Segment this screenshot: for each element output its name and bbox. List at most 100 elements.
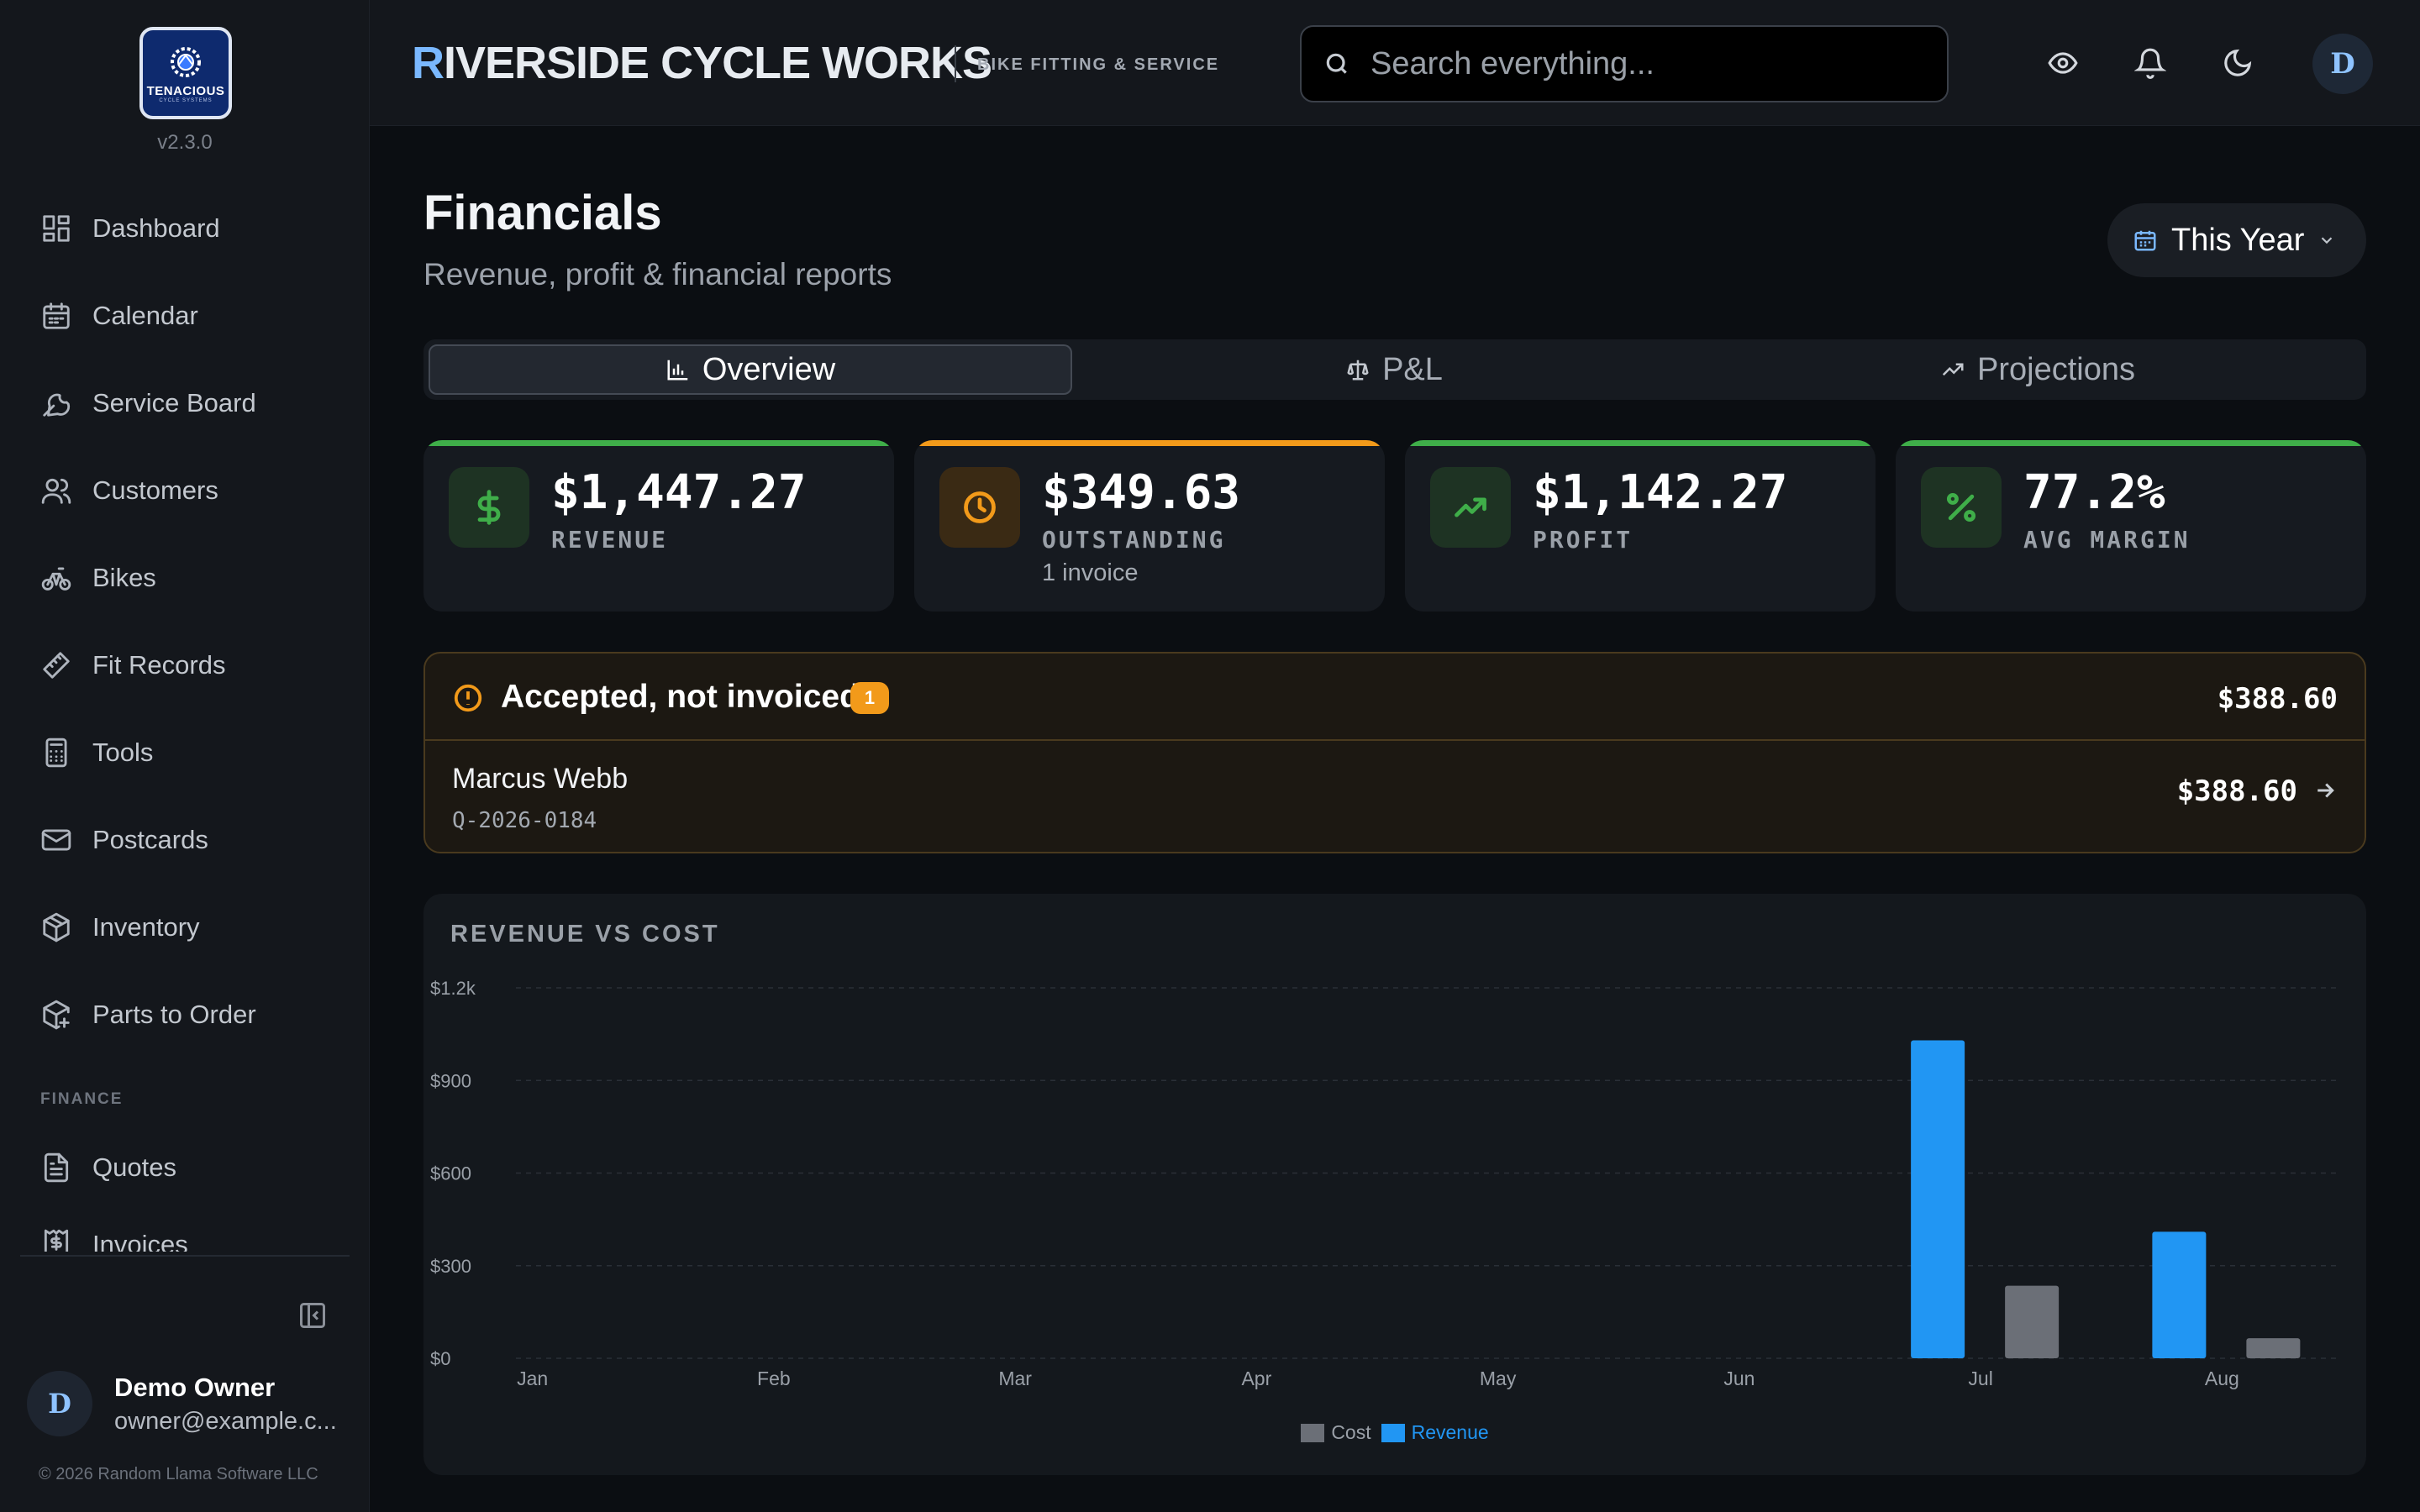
sidebar-item-quotes[interactable]: Quotes [20,1134,350,1201]
tab-label: Overview [702,351,836,387]
customer-name: Marcus Webb [452,763,629,795]
chevron-down-icon [2322,237,2333,244]
sidebar-item-label: Bikes [92,563,156,592]
chart-legend: Cost Revenue [424,1421,2366,1444]
kpi-label: PROFIT [1533,526,1634,554]
count-badge: 1 [850,682,889,714]
brand-rest: IVERSIDE CYCLE WORKS [444,38,992,88]
app-version: v2.3.0 [157,131,213,154]
quote-row[interactable]: Marcus Webb Q-2026-0184 $388.60 [425,741,2365,852]
brand-tagline: BIKE FITTING & SERVICE [977,55,1220,74]
user-email: owner@example.c... [114,1407,337,1435]
search-box[interactable] [1300,25,1949,102]
receipt-icon [44,1229,69,1252]
kpi-card-margin: 77.2% AVG MARGIN [1896,440,2366,612]
sidebar-item-label: Dashboard [92,213,220,243]
moon-icon [2224,49,2252,76]
x-tick-label: Aug [2205,1368,2239,1389]
sidebar-item-service-board[interactable]: Service Board [20,370,350,437]
legend-item-cost[interactable]: Cost [1301,1421,1371,1444]
revenue-vs-cost-chart: REVENUE VS COST $0 $300 $600 $900 $1.2k Jan Fe… [424,894,2366,1475]
nav-section-finance: FINANCE [40,1090,124,1108]
sidebar-item-tools[interactable]: Tools [20,719,350,786]
cost-bar[interactable] [2005,1285,2060,1358]
y-tick-label: $900 [430,1070,471,1091]
wrench-icon [43,393,71,417]
legend-label: Revenue [1411,1421,1489,1443]
tab-overview[interactable]: Overview [429,344,1072,395]
tab-pl[interactable]: P&L [1072,344,1716,395]
kpi-note: 1 invoice [1042,559,1139,586]
alert-total: $388.60 [2217,682,2338,716]
eye-icon [2048,52,2078,74]
sidebar-divider [20,1255,350,1257]
y-tick-label: $600 [430,1163,471,1184]
tab-label: P&L [1382,351,1443,387]
y-tick-label: $300 [430,1256,471,1277]
clock-icon [964,491,996,523]
sidebar-item-bikes[interactable]: Bikes [20,544,350,612]
x-tick-label: Feb [757,1368,791,1389]
sidebar-item-label: Fit Records [92,650,226,680]
page-title: Financials [424,186,662,240]
sidebar-item-customers[interactable]: Customers [20,457,350,524]
search-input[interactable] [1370,45,1942,82]
revenue-bar[interactable] [2152,1231,2207,1358]
sidebar: TENACIOUS CYCLE SYSTEMS v2.3.0 Dashboard… [0,0,370,1512]
sidebar-item-inventory[interactable]: Inventory [20,894,350,961]
user-profile[interactable]: D Demo Owner owner@example.c... [27,1371,337,1436]
alert-circle-icon [454,684,482,712]
kpi-card-revenue: $1,447.27 REVENUE [424,440,894,612]
sidebar-item-label: Invoices [92,1230,188,1252]
legend-swatch [1381,1423,1405,1442]
bar-chart-icon [667,360,688,381]
bell-icon [2133,48,2167,79]
sidebar-item-fit-records[interactable]: Fit Records [20,632,350,699]
user-avatar-button[interactable]: D [2312,34,2373,94]
sidebar-item-label: Quotes [92,1152,176,1182]
package-icon [43,912,70,942]
quote-amount: $388.60 [2176,774,2297,808]
kpi-accent-bar [1405,440,1876,446]
trending-up-icon [1455,497,1486,517]
theme-toggle-button[interactable] [2222,47,2254,79]
legend-swatch [1301,1423,1325,1442]
brand-initial: R [412,38,445,88]
sidebar-item-label: Parts to Order [92,1000,256,1029]
topbar: RIVERSIDE CYCLE WORKS BIKE FITTING & SER… [370,0,2420,126]
kpi-value: 77.2% [2023,465,2165,520]
kpi-icon-box [939,467,1020,548]
app-logo[interactable]: TENACIOUS CYCLE SYSTEMS [139,27,232,119]
x-tick-label: Apr [1241,1368,1271,1389]
ruler-icon [43,652,70,679]
sidebar-item-parts-to-order[interactable]: Parts to Order [20,981,350,1048]
sidebar-item-calendar[interactable]: Calendar [20,282,350,349]
sidebar-item-label: Inventory [92,912,200,942]
brand-name[interactable]: RIVERSIDE CYCLE WORKS [412,37,992,89]
page-subtitle: Revenue, profit & financial reports [424,257,892,291]
kpi-card-profit: $1,142.27 PROFIT [1405,440,1876,612]
period-select[interactable]: This Year [2107,203,2366,277]
arrow-right-icon [2317,783,2334,798]
avatar: D [27,1371,92,1436]
kpi-value: $349.63 [1042,465,1241,520]
notifications-button[interactable] [2133,47,2167,79]
sidebar-item-invoices[interactable]: Invoices [20,1221,350,1252]
sidebar-item-label: Postcards [92,825,208,854]
x-tick-label: Mar [998,1368,1032,1389]
visibility-button[interactable] [2047,47,2079,79]
grid-icon [43,215,70,242]
collapse-sidebar-button[interactable] [297,1300,328,1331]
chart-canvas: $0 $300 $600 $900 $1.2k Jan Feb Mar Apr May Jun Jul… [430,978,2339,1389]
logo-subtext: CYCLE SYSTEMS [159,97,213,103]
x-tick-label: May [1480,1368,1517,1389]
revenue-bar[interactable] [1911,1040,1965,1358]
bike-icon [41,567,71,591]
tab-projections[interactable]: Projections [1716,344,2360,395]
sidebar-item-label: Tools [92,738,154,767]
sidebar-item-postcards[interactable]: Postcards [20,806,350,874]
cost-bar[interactable] [2246,1338,2301,1358]
kpi-icon-box [1430,467,1511,548]
legend-item-revenue[interactable]: Revenue [1381,1421,1489,1444]
sidebar-item-dashboard[interactable]: Dashboard [20,195,350,262]
